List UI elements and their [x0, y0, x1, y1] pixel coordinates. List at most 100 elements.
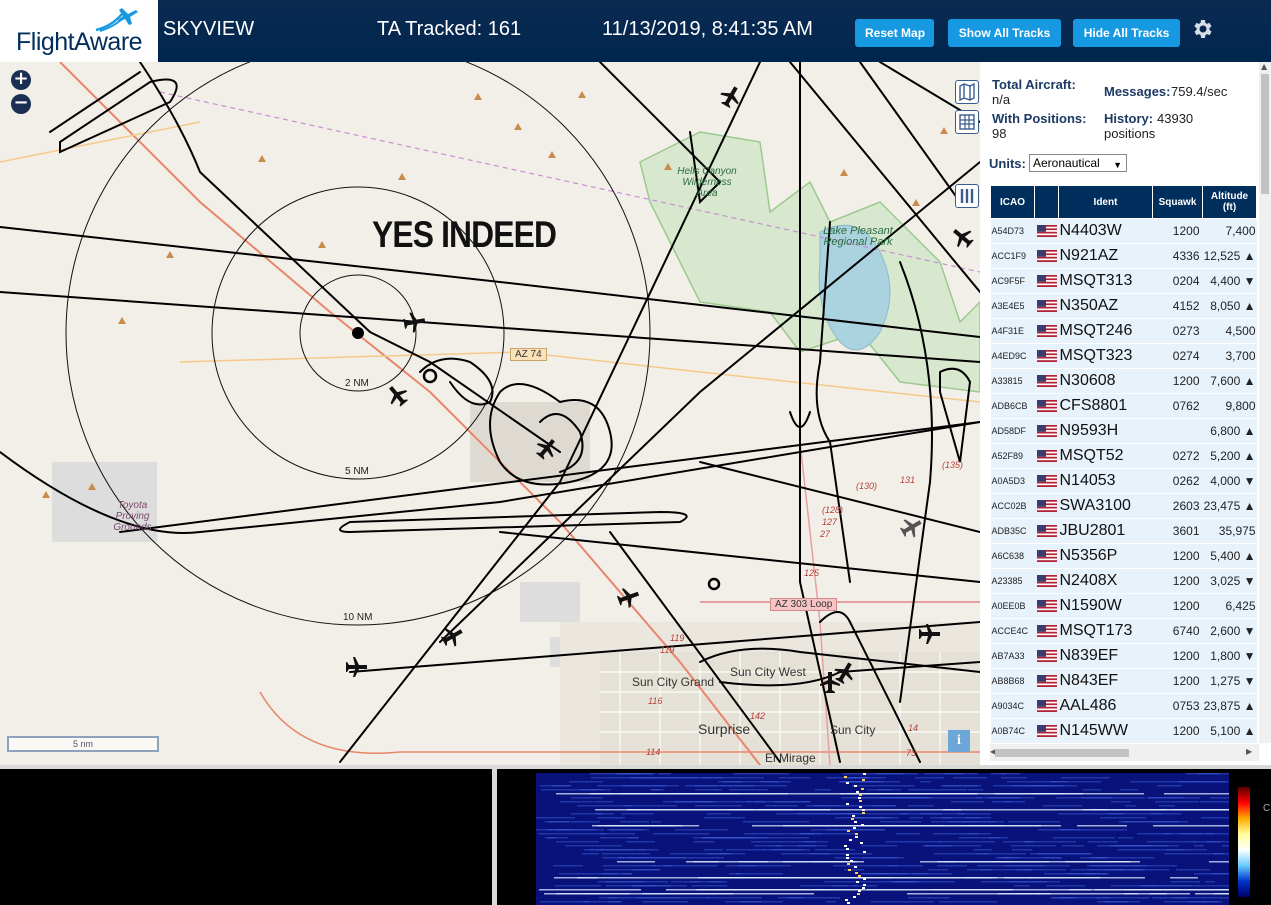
table-row[interactable]: AB7A33 N839EF 1200 1,800 ▼ [990, 643, 1257, 669]
cell-squawk: 4152 [1152, 293, 1203, 319]
reset-map-button[interactable]: Reset Map [855, 19, 934, 47]
table-row[interactable]: A9034C AAL486 0753 23,875 ▲ [990, 693, 1257, 719]
panel-vertical-scrollbar[interactable]: ▲ [1259, 62, 1271, 743]
columns-icon [960, 189, 974, 203]
table-row[interactable]: A6C638 N5356P 1200 5,400 ▲ [990, 543, 1257, 569]
grid-overlay-button[interactable] [955, 110, 979, 134]
zoom-out-button[interactable]: − [11, 94, 31, 114]
cell-icao: ADB6CB [990, 393, 1035, 419]
us-flag-icon [1036, 299, 1057, 312]
cell-squawk: 2603 [1152, 493, 1203, 519]
table-row[interactable]: ACC1F9 N921AZ 4336 12,525 ▲ [990, 243, 1257, 269]
us-flag-icon [1036, 249, 1057, 262]
table-row[interactable]: A0B74C N145WW 1200 5,100 ▲ [990, 718, 1257, 744]
cell-icao: A33815 [990, 368, 1035, 394]
us-flag-icon [1036, 499, 1057, 512]
cell-squawk: 1200 [1152, 368, 1203, 394]
with-positions-value: 98 [992, 126, 1007, 141]
cell-squawk: 0274 [1152, 343, 1203, 369]
cell-flag [1034, 543, 1059, 569]
column-header-ident[interactable]: Ident [1058, 185, 1153, 219]
hide-all-tracks-button[interactable]: Hide All Tracks [1073, 19, 1180, 47]
table-row[interactable]: ADB6CB CFS8801 0762 9,800 [990, 393, 1257, 419]
cell-icao: A3E4E5 [990, 293, 1035, 319]
table-row[interactable]: ACC02B SWA3100 2603 23,475 ▲ [990, 493, 1257, 519]
table-row[interactable]: AC9F5F MSQT313 0204 4,400 ▼ [990, 268, 1257, 294]
highway-shield-az74: AZ 74 [510, 348, 547, 361]
column-header-squawk[interactable]: Squawk [1152, 185, 1203, 219]
us-flag-icon [1036, 349, 1057, 362]
cell-altitude: 6,800 ▲ [1202, 418, 1257, 444]
zoom-in-button[interactable]: + [11, 70, 31, 90]
map-layers-button[interactable] [955, 80, 979, 104]
column-header-icao[interactable]: ICAO [990, 185, 1035, 219]
cell-squawk: 1200 [1152, 643, 1203, 669]
cell-altitude: 23,875 ▲ [1202, 693, 1257, 719]
range-ring-label-2nm: 2 NM [345, 378, 369, 389]
cell-altitude: 6,425 [1202, 593, 1257, 619]
waterfall-spectrogram [536, 773, 1229, 905]
table-row[interactable]: A4F31E MSQT246 0273 4,500 [990, 318, 1257, 344]
table-row[interactable]: AD58DF N9593H 6,800 ▲ [990, 418, 1257, 444]
cell-ident: CFS8801 [1058, 393, 1153, 419]
table-row[interactable]: ACCE4C MSQT173 6740 2,600 ▼ [990, 618, 1257, 644]
column-header-altitude[interactable]: Altitude (ft) [1202, 185, 1257, 219]
cell-flag [1034, 593, 1059, 619]
cell-ident: N9593H [1058, 418, 1153, 444]
units-select[interactable]: Aeronautical [1029, 154, 1127, 173]
cell-icao: AD58DF [990, 418, 1035, 444]
cell-ident: N350AZ [1058, 293, 1153, 319]
cell-squawk: 0762 [1152, 393, 1203, 419]
cell-squawk: 6740 [1152, 618, 1203, 644]
column-toggle-button[interactable] [955, 184, 979, 208]
us-flag-icon [1036, 374, 1057, 387]
cell-icao: AC9F5F [990, 268, 1035, 294]
cell-squawk: 1200 [1152, 718, 1203, 744]
cell-icao: A9034C [990, 693, 1035, 719]
table-row[interactable]: A3E4E5 N350AZ 4152 8,050 ▲ [990, 293, 1257, 319]
table-row[interactable]: A52F89 MSQT52 0272 5,200 ▲ [990, 443, 1257, 469]
town-surprise: Surprise [698, 721, 751, 737]
flightaware-logo[interactable]: FlightAware [0, 0, 158, 62]
road-number: 131 [900, 475, 916, 485]
cell-icao: A4ED9C [990, 343, 1035, 369]
cell-squawk: 3601 [1152, 518, 1203, 544]
info-button[interactable]: i [948, 730, 970, 752]
table-row[interactable]: A4ED9C MSQT323 0274 3,700 [990, 343, 1257, 369]
table-row[interactable]: A23385 N2408X 1200 3,025 ▼ [990, 568, 1257, 594]
table-row[interactable]: A33815 N30608 1200 7,600 ▲ [990, 368, 1257, 394]
vertical-scroll-thumb[interactable] [1261, 74, 1269, 194]
cell-ident: N2408X [1058, 568, 1153, 594]
cell-flag [1034, 368, 1059, 394]
table-row[interactable]: A0EE0B N1590W 1200 6,425 [990, 593, 1257, 619]
us-flag-icon [1036, 449, 1057, 462]
cell-flag [1034, 468, 1059, 494]
table-row[interactable]: A54D73 N4403W 1200 7,400 [990, 218, 1257, 244]
show-all-tracks-button[interactable]: Show All Tracks [948, 19, 1061, 47]
cell-squawk: 1200 [1152, 668, 1203, 694]
table-row[interactable]: AB8B68 N843EF 1200 1,275 ▼ [990, 668, 1257, 694]
table-row[interactable]: ADB35C JBU2801 3601 35,975 [990, 518, 1257, 544]
us-flag-icon [1036, 649, 1057, 662]
scroll-right-arrow[interactable]: ▶ [1246, 747, 1252, 756]
cell-altitude: 12,525 ▲ [1202, 243, 1257, 269]
map-canvas[interactable] [0, 62, 980, 765]
gear-icon[interactable] [1190, 17, 1214, 41]
cell-flag [1034, 218, 1059, 244]
cell-ident: N5356P [1058, 543, 1153, 569]
range-ring-label-10nm: 10 NM [343, 612, 373, 623]
map-view[interactable]: + − YES INDEED 2 NM 5 NM 10 NM AZ 74 AZ … [0, 62, 980, 765]
cell-squawk: 0273 [1152, 318, 1203, 344]
cell-flag [1034, 268, 1059, 294]
column-header-flag[interactable] [1034, 185, 1059, 219]
panel-horizontal-scrollbar[interactable]: ◀ ▶ [990, 744, 1259, 761]
horizontal-scroll-thumb[interactable] [995, 749, 1129, 757]
road-number: (135) [942, 460, 964, 470]
table-row[interactable]: A0A5D3 N14053 0262 4,000 ▼ [990, 468, 1257, 494]
cell-flag [1034, 718, 1059, 744]
cell-altitude: 4,000 ▼ [1202, 468, 1257, 494]
us-flag-icon [1036, 324, 1057, 337]
cell-squawk: 0262 [1152, 468, 1203, 494]
us-flag-icon [1036, 574, 1057, 587]
scroll-up-arrow[interactable]: ▲ [1261, 62, 1267, 71]
